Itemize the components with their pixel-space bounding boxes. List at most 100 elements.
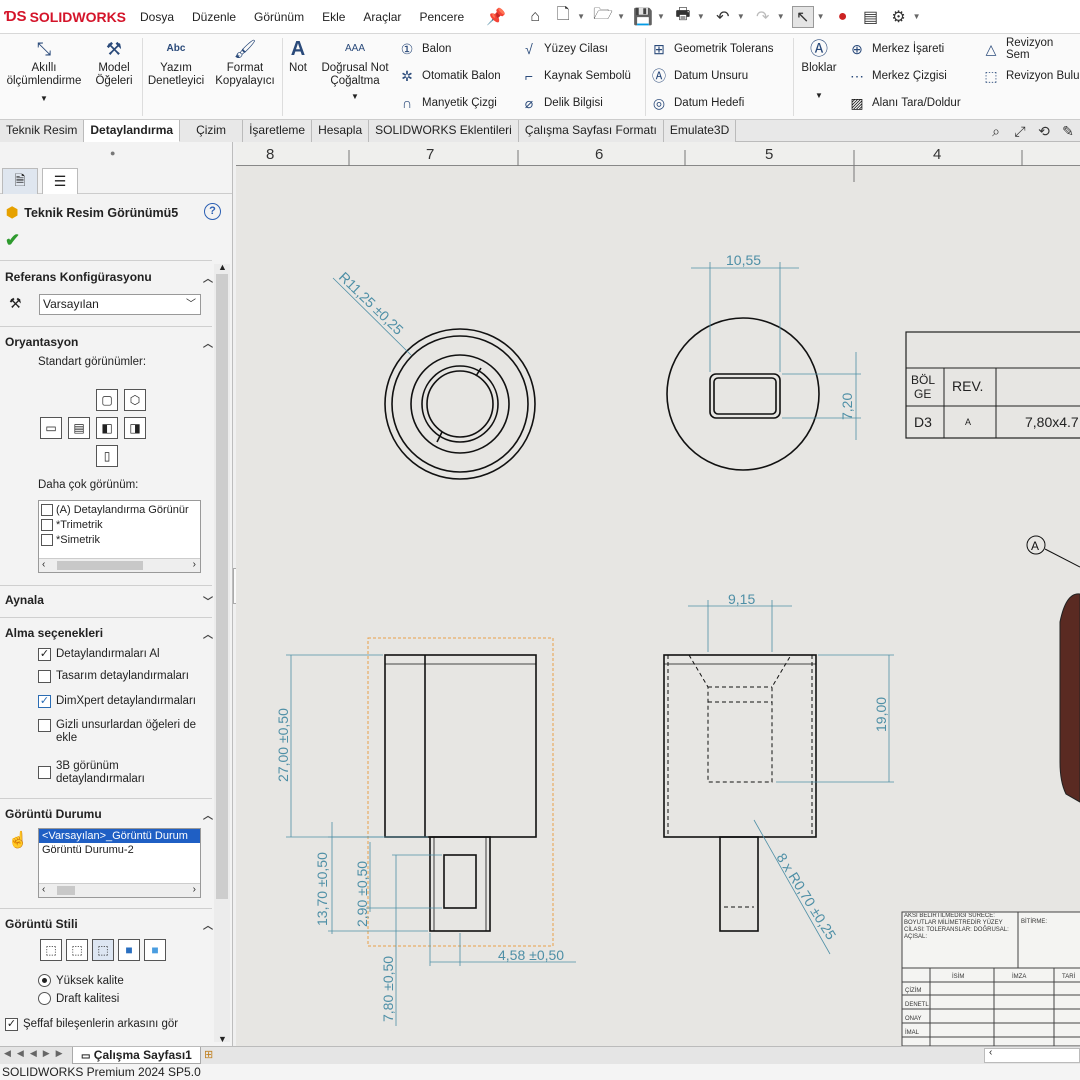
more-view-item[interactable]: *Simetrik [39, 532, 200, 547]
display-state-item[interactable]: Görüntü Durumu-2 [39, 843, 200, 857]
zoom-to-area-icon[interactable]: ⤢ [1008, 123, 1032, 140]
note-button[interactable]: A Not [284, 38, 312, 75]
dim-height-a[interactable]: 13,70 ±0,50 [314, 822, 428, 934]
more-view-item[interactable]: *Trimetrik [39, 517, 200, 532]
radio-on[interactable] [38, 974, 51, 987]
top-view-right[interactable] [666, 317, 820, 471]
section-view-icon[interactable]: ✎ [1056, 123, 1080, 140]
display-state-list[interactable]: <Varsayılan>_Görüntü Durum Görüntü Durum… [38, 828, 201, 898]
import-annotations-checkbox[interactable]: ✓ Detaylandırmaları Al [38, 648, 160, 661]
redo-caret-icon[interactable]: ▼ [777, 12, 785, 21]
collapse-chevron-icon[interactable]: ︿ [203, 807, 213, 822]
view-front-icon[interactable]: ▤ [68, 417, 90, 439]
dim-width-right[interactable]: 9,15 [688, 591, 792, 652]
view-back-icon[interactable]: ◨ [124, 417, 146, 439]
tab-drawing[interactable]: Teknik Resim [0, 120, 85, 142]
auto-balloon-button[interactable]: ✲ Otomatik Balon [398, 65, 501, 87]
checkbox-box[interactable] [38, 719, 51, 732]
print-icon[interactable]: 🖶 [672, 6, 694, 28]
dim-radius-small-text[interactable]: 8 x R0,70 ±0,25 [773, 850, 839, 942]
dim-height-c[interactable]: 7,80 ±0,50 [380, 854, 442, 1026]
pm-vertical-scrollbar[interactable]: ▲ ▼ [214, 262, 230, 1044]
dim-height-right-text[interactable]: 19,00 [873, 697, 889, 732]
detail-callout-a[interactable]: A [1026, 535, 1080, 568]
file-properties-icon[interactable]: ▤ [860, 6, 882, 28]
format-painter-button[interactable]: 🖌 Format Kopyalayıcı [210, 38, 280, 88]
expand-chevron-icon[interactable]: ﹀ [203, 593, 213, 608]
dim-height-b-text[interactable]: 2,90 ±0,50 [354, 861, 370, 927]
scroll-thumb[interactable] [57, 561, 143, 570]
pin-icon[interactable]: 📌 [485, 6, 507, 28]
shaded-icon[interactable]: ■ [144, 939, 166, 961]
checkbox-box[interactable]: ✓ [38, 648, 51, 661]
home-icon[interactable]: ⌂ [524, 6, 546, 28]
dim-height-right[interactable]: 19,00 [776, 654, 894, 783]
scroll-thumb[interactable] [57, 886, 75, 895]
view-bottom-icon[interactable]: ▯ [96, 445, 118, 467]
options-gear-icon[interactable]: ⚙ [888, 6, 910, 28]
select-caret-icon[interactable]: ▼ [817, 12, 825, 21]
model-items-button[interactable]: ⚒ Model Öğeleri [88, 38, 140, 88]
surface-finish-button[interactable]: √ Yüzey Cilası [520, 38, 608, 60]
tab-markup[interactable]: İşaretleme [243, 120, 313, 142]
feature-manager-tab-icon[interactable]: 🗎 [2, 168, 38, 194]
wireframe-style-icon[interactable]: ⬚ [40, 939, 62, 961]
horizontal-scrollbar[interactable]: ‹ › [39, 558, 200, 572]
dim-width-right-text[interactable]: 9,15 [728, 591, 755, 607]
menu-insert[interactable]: Ekle [322, 10, 345, 24]
view-left-icon[interactable]: ▭ [40, 417, 62, 439]
more-view-item[interactable]: (A) Detaylandırma Görünür [39, 501, 200, 517]
new-caret-icon[interactable]: ▼ [577, 12, 585, 21]
dim-height-main-text[interactable]: 27,00 ±0,50 [275, 708, 291, 782]
view-top-icon[interactable]: ▢ [96, 389, 118, 411]
scroll-up-icon[interactable]: ▲ [218, 262, 227, 272]
menu-file[interactable]: Dosya [140, 10, 174, 24]
dim-radius-top[interactable]: R11,25 ±0,25 [332, 269, 412, 356]
tab-sheet-format[interactable]: Çalışma Sayfası Formatı [518, 120, 664, 142]
collapse-chevron-icon[interactable]: ︿ [203, 270, 213, 285]
design-annotations-checkbox[interactable]: Tasarım detaylandırmaları [38, 670, 189, 683]
blocks-caret-icon[interactable]: ▼ [796, 89, 842, 102]
isometric-part-view[interactable] [1059, 593, 1080, 803]
new-document-icon[interactable]: 🗋 [552, 6, 574, 28]
centerline-button[interactable]: ⋯ Merkez Çizgisi [848, 65, 947, 87]
hidden-lines-removed-icon[interactable]: ⬚ [92, 939, 114, 961]
view-isometric-icon[interactable]: ⬡ [124, 389, 146, 411]
menu-view[interactable]: Görünüm [254, 10, 304, 24]
tab-evaluate[interactable]: Hesapla [312, 120, 370, 142]
options-caret-icon[interactable]: ▼ [913, 12, 921, 21]
splitter-handle-icon[interactable]: ● [110, 148, 115, 158]
dim-width-bottom[interactable]: 4,58 ±0,50 [429, 933, 576, 966]
checkbox-box[interactable] [38, 766, 51, 779]
draft-quality-radio[interactable]: Draft kalitesi [38, 992, 119, 1005]
sheet-tab-active[interactable]: ▭ Çalışma Sayfası1 [72, 1047, 201, 1064]
zoom-to-fit-icon[interactable]: ⌕ [984, 123, 1008, 140]
view-right-icon[interactable]: ◧ [96, 417, 118, 439]
menu-tools[interactable]: Araçlar [363, 10, 401, 24]
undo-icon[interactable]: ↶ [712, 6, 734, 28]
add-sheet-icon[interactable]: ⊞ [204, 1048, 213, 1061]
dim-width-top-text[interactable]: 10,55 [726, 252, 761, 268]
save-caret-icon[interactable]: ▼ [657, 12, 665, 21]
checkbox-box[interactable]: ✓ [38, 695, 51, 708]
dim-height-c-text[interactable]: 7,80 ±0,50 [380, 956, 396, 1022]
orientation-header[interactable]: Oryantasyon ︿ [5, 335, 213, 350]
import-options-header[interactable]: Alma seçenekleri ︿ [5, 626, 213, 641]
center-mark-button[interactable]: ⊕ Merkez İşareti [848, 38, 944, 60]
save-icon[interactable]: 💾 [632, 6, 654, 28]
redo-icon[interactable]: ↷ [752, 6, 774, 28]
dim-height-top[interactable]: 7,20 [782, 352, 861, 440]
sheet-nav-arrows-icon[interactable]: ◀◀◀▶▶ [4, 1048, 69, 1059]
dimxpert-annotations-checkbox[interactable]: ✓ DimXpert detaylandırmaları [38, 695, 196, 708]
see-behind-transparent-checkbox[interactable]: ✓ Şeffaf bileşenlerin arkasını gör [5, 1018, 178, 1031]
tab-annotation[interactable]: Detaylandırma [84, 120, 181, 142]
ref-config-select[interactable]: Varsayılan ﹀ [39, 294, 201, 315]
front-view-left[interactable] [384, 654, 537, 932]
open-caret-icon[interactable]: ▼ [617, 12, 625, 21]
smart-dimension-button[interactable]: ⤡ Akıllı ölçümlendirme ▼ [2, 38, 86, 105]
tab-sketch[interactable]: Çizim [180, 120, 244, 142]
balloon-button[interactable]: ① Balon [398, 38, 452, 60]
hidden-lines-visible-icon[interactable]: ⬚ [66, 939, 88, 961]
revision-cloud-button[interactable]: ⬚ Revizyon Bulu [982, 65, 1079, 87]
scroll-thumb[interactable] [216, 274, 228, 899]
